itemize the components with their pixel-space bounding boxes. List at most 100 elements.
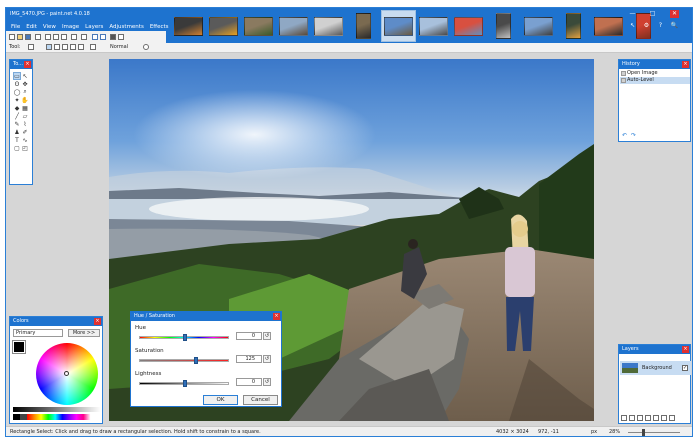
selection-mode-exclude-icon[interactable] — [62, 44, 68, 50]
saturation-reset-button[interactable]: ↺ — [263, 355, 271, 363]
image-tab-8[interactable] — [416, 10, 451, 42]
selection-mode-replace-icon[interactable] — [46, 44, 52, 50]
shapes-icon[interactable]: ▢ — [13, 144, 21, 152]
selection-mode-invert-icon[interactable] — [78, 44, 84, 50]
color-wheel[interactable] — [36, 343, 98, 405]
image-tab-3[interactable] — [241, 10, 276, 42]
selection-mode-intersect-icon[interactable] — [70, 44, 76, 50]
print-icon[interactable] — [35, 34, 41, 40]
image-tab-4[interactable] — [276, 10, 311, 42]
hue-slider[interactable] — [139, 334, 229, 341]
saturation-slider[interactable] — [139, 357, 229, 364]
delete-layer-icon[interactable] — [629, 415, 635, 421]
redo-icon[interactable] — [100, 34, 106, 40]
selection-mode-union-icon[interactable] — [54, 44, 60, 50]
cut-icon[interactable] — [45, 34, 51, 40]
move-selected-icon[interactable]: ✥ — [21, 80, 29, 88]
line-curve-icon[interactable]: ∿ — [21, 136, 29, 144]
ellipse-select-icon[interactable]: ◯ — [13, 88, 21, 96]
image-tab-13[interactable] — [591, 10, 626, 42]
lightness-slider-handle[interactable] — [183, 380, 187, 387]
layer-properties-icon[interactable] — [669, 415, 675, 421]
eraser-icon[interactable]: ▱ — [21, 112, 29, 120]
image-tab-9[interactable] — [451, 10, 486, 42]
dialog-close-button[interactable]: × — [273, 313, 280, 320]
color-picker-icon[interactable]: ⌇ — [21, 120, 29, 128]
clone-stamp-icon[interactable]: ♟ — [13, 128, 21, 136]
menu-edit[interactable]: Edit — [24, 24, 39, 30]
layer-visibility-checkbox[interactable]: ✓ — [682, 365, 688, 371]
hue-value-input[interactable]: 0 — [236, 332, 262, 340]
deselect-icon[interactable] — [81, 34, 87, 40]
history-panel-close-button[interactable]: × — [682, 61, 689, 68]
help-icon[interactable]: ? — [656, 22, 665, 30]
tools-panel-close-button[interactable]: × — [24, 61, 31, 68]
paste-icon[interactable] — [61, 34, 67, 40]
blend-mode-select[interactable]: Normal — [110, 44, 128, 50]
image-tab-10[interactable] — [486, 10, 521, 42]
zoom-level[interactable]: 28% — [609, 429, 620, 435]
undo-icon[interactable] — [92, 34, 98, 40]
image-tab-2[interactable] — [206, 10, 241, 42]
recolor-icon[interactable]: ✐ — [21, 128, 29, 136]
rectangle-select-icon[interactable]: ▭ — [13, 72, 21, 80]
lasso-icon[interactable]: ʘ — [13, 80, 21, 88]
ok-button[interactable]: OK — [203, 395, 238, 405]
image-tab-11[interactable] — [521, 10, 556, 42]
primary-color-swatch[interactable] — [12, 340, 26, 354]
magnifier-icon[interactable]: 🔍 — [670, 22, 679, 30]
menu-image[interactable]: Image — [60, 24, 81, 30]
menu-file[interactable]: File — [9, 24, 22, 30]
menu-effects[interactable]: Effects — [148, 24, 171, 30]
saturation-slider-handle[interactable] — [194, 357, 198, 364]
color-target-select[interactable]: Primary — [13, 329, 63, 337]
menu-view[interactable]: View — [41, 24, 58, 30]
settings-icon[interactable]: ⚙ — [642, 22, 651, 30]
zoom-slider[interactable] — [628, 429, 680, 436]
lightness-slider[interactable] — [139, 380, 229, 387]
image-tab-7[interactable] — [381, 10, 416, 42]
color-wheel-marker[interactable] — [64, 371, 69, 376]
cancel-button[interactable]: Cancel — [243, 395, 278, 405]
zoom-icon[interactable]: ⌕ — [21, 88, 29, 96]
maximize-button[interactable]: □ — [648, 10, 657, 18]
shape-type-icon[interactable]: ◰ — [21, 144, 29, 152]
paintbrush-icon[interactable]: ╱ — [13, 112, 21, 120]
palette-strip[interactable] — [13, 414, 101, 420]
new-icon[interactable] — [9, 34, 15, 40]
layers-panel-close-button[interactable]: × — [682, 346, 689, 353]
menu-layers[interactable]: Layers — [83, 24, 105, 30]
paint-bucket-icon[interactable]: ◆ — [13, 104, 21, 112]
hue-slider-handle[interactable] — [183, 334, 187, 341]
save-icon[interactable] — [25, 34, 31, 40]
open-icon[interactable] — [17, 34, 23, 40]
antialias-icon[interactable] — [90, 44, 96, 50]
grid-icon[interactable] — [110, 34, 116, 40]
move-selection-icon[interactable]: ↖ — [21, 72, 29, 80]
move-layer-down-icon[interactable] — [661, 415, 667, 421]
value-slider[interactable] — [13, 407, 101, 412]
more-colors-button[interactable]: More >> — [68, 329, 100, 337]
add-layer-icon[interactable] — [621, 415, 627, 421]
lightness-reset-button[interactable]: ↺ — [263, 378, 271, 386]
history-undo-icon[interactable]: ↶ — [622, 132, 627, 139]
crop-icon[interactable] — [71, 34, 77, 40]
merge-layer-icon[interactable] — [645, 415, 651, 421]
hue-reset-button[interactable]: ↺ — [263, 332, 271, 340]
colors-panel-close-button[interactable]: × — [94, 318, 101, 325]
menu-adjustments[interactable]: Adjustments — [107, 24, 145, 30]
tool-dropdown-icon[interactable] — [28, 44, 34, 50]
image-tab-1[interactable] — [171, 10, 206, 42]
text-icon[interactable]: T — [13, 136, 21, 144]
history-redo-icon[interactable]: ↷ — [631, 132, 636, 139]
pencil-icon[interactable]: ✎ — [13, 120, 21, 128]
image-tab-5[interactable] — [311, 10, 346, 42]
pan-icon[interactable]: ✋ — [21, 96, 29, 104]
history-item-open-image[interactable]: Open Image — [620, 70, 690, 77]
move-layer-up-icon[interactable] — [653, 415, 659, 421]
close-button[interactable]: ✕ — [670, 10, 679, 18]
blend-options-icon[interactable] — [143, 44, 149, 50]
copy-icon[interactable] — [53, 34, 59, 40]
unit-select[interactable]: px — [591, 429, 597, 435]
image-tab-6[interactable] — [346, 10, 381, 42]
